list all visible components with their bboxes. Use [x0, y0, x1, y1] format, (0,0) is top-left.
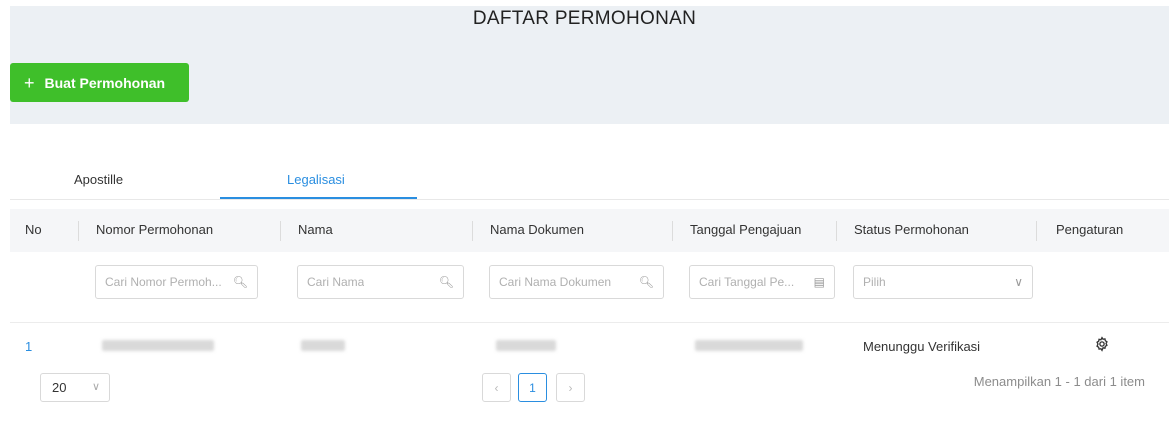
- column-no: No: [25, 222, 42, 237]
- status-cell: Menunggu Verifikasi: [863, 339, 981, 354]
- search-icon: 🔍︎: [638, 275, 654, 289]
- redacted-dokumen: [496, 340, 556, 351]
- table-row: 1 Menunggu Verifikasi: [10, 323, 1169, 369]
- filter-row: Cari Nomor Permoh... 🔍︎ Cari Nama 🔍︎ Car…: [10, 252, 1169, 323]
- search-dokumen-input[interactable]: Cari Nama Dokumen 🔍︎: [489, 265, 664, 299]
- column-divider: [78, 221, 79, 241]
- page-size-value: 20: [52, 380, 67, 395]
- calendar-icon: ▤: [813, 275, 825, 289]
- chevron-right-icon: ›: [568, 380, 573, 395]
- column-status-permohonan: Status Permohonan: [854, 222, 969, 237]
- status-select[interactable]: Pilih ∨: [853, 265, 1033, 299]
- redacted-nomor: [102, 340, 214, 351]
- row-number: 1: [25, 339, 33, 354]
- column-divider: [280, 221, 281, 241]
- tab-apostille[interactable]: Apostille: [74, 172, 123, 187]
- column-divider: [1036, 221, 1037, 241]
- next-page-button[interactable]: ›: [556, 373, 585, 402]
- search-nama-input[interactable]: Cari Nama 🔍︎: [297, 265, 464, 299]
- search-nomor-input[interactable]: Cari Nomor Permoh... 🔍︎: [95, 265, 258, 299]
- search-dokumen-placeholder: Cari Nama Dokumen: [499, 275, 612, 289]
- chevron-down-icon: ∨: [1014, 275, 1023, 289]
- tab-bar: Apostille Legalisasi: [10, 160, 1169, 200]
- search-icon: 🔍︎: [232, 275, 248, 289]
- create-request-button[interactable]: + Buat Permohonan: [10, 63, 189, 102]
- tab-legalisasi[interactable]: Legalisasi: [287, 172, 345, 187]
- column-divider: [672, 221, 673, 241]
- chevron-down-icon: ∨: [91, 381, 100, 393]
- page-size-select[interactable]: 20 ∨: [40, 373, 110, 402]
- active-tab-indicator: [220, 197, 417, 199]
- search-tanggal-input[interactable]: Cari Tanggal Pe... ▤: [689, 265, 835, 299]
- table-header: No Nomor Permohonan Nama Nama Dokumen Ta…: [10, 209, 1169, 252]
- column-pengaturan: Pengaturan: [1056, 222, 1124, 237]
- page-1-button[interactable]: 1: [518, 373, 547, 402]
- search-nama-placeholder: Cari Nama: [307, 275, 365, 289]
- search-icon: 🔍︎: [438, 275, 454, 289]
- search-nomor-placeholder: Cari Nomor Permoh...: [105, 275, 222, 289]
- column-nama: Nama: [298, 222, 333, 237]
- status-placeholder: Pilih: [863, 275, 886, 289]
- prev-page-button[interactable]: ‹: [482, 373, 511, 402]
- column-nama-dokumen: Nama Dokumen: [490, 222, 584, 237]
- gear-icon[interactable]: [1094, 336, 1110, 352]
- redacted-nama: [301, 340, 345, 351]
- search-tanggal-placeholder: Cari Tanggal Pe...: [699, 275, 795, 289]
- column-divider: [836, 221, 837, 241]
- column-divider: [472, 221, 473, 241]
- redacted-tanggal: [695, 340, 803, 351]
- pagination-range: Menampilkan 1 - 1 dari 1 item: [973, 374, 1145, 389]
- chevron-left-icon: ‹: [494, 380, 499, 395]
- page-title: DAFTAR PERMOHONAN: [472, 8, 697, 29]
- column-tanggal-pengajuan: Tanggal Pengajuan: [690, 222, 802, 237]
- create-request-label: Buat Permohonan: [44, 74, 166, 91]
- plus-icon: +: [24, 72, 35, 93]
- column-nomor-permohonan: Nomor Permohonan: [96, 222, 214, 237]
